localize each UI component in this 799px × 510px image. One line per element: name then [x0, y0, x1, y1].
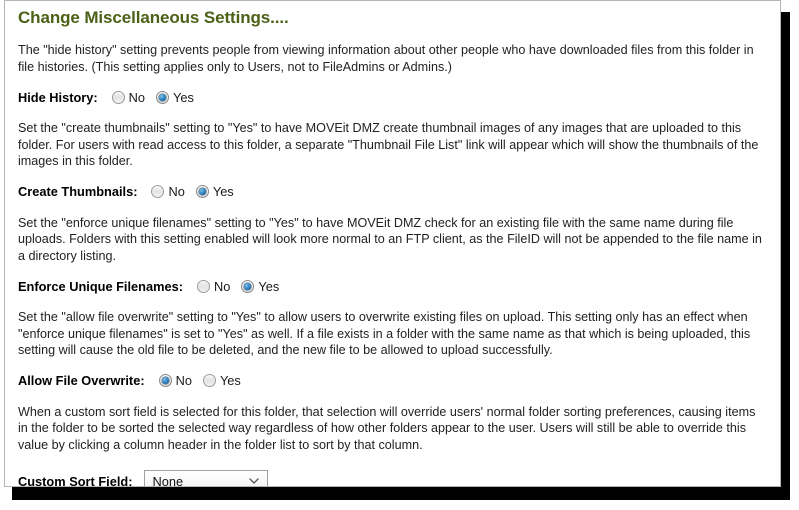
hide-history-radio-yes[interactable]: Yes: [156, 90, 194, 105]
custom-sort-field-row: Custom Sort Field: None: [18, 469, 767, 487]
hide-history-description: The "hide history" setting prevents peop…: [18, 43, 754, 74]
custom-sort-field-select[interactable]: None: [144, 469, 269, 487]
create-thumbnails-radio-no[interactable]: No: [151, 184, 185, 199]
hide-history-option-no-label: No: [128, 89, 145, 105]
enforce-unique-filenames-label: Enforce Unique Filenames:: [18, 278, 183, 294]
chevron-down-icon[interactable]: [249, 476, 260, 485]
hide-history-row: Hide History: No Yes: [18, 88, 767, 106]
create-thumbnails-row: Create Thumbnails: No Yes: [18, 183, 767, 201]
radio-icon-checked[interactable]: [158, 374, 172, 387]
hide-history-radio-no[interactable]: No: [111, 89, 145, 105]
create-thumbnails-radio-yes[interactable]: Yes: [195, 184, 234, 199]
custom-sort-field-label: Custom Sort Field:: [18, 473, 133, 487]
hide-history-option-yes-label: Yes: [173, 89, 194, 105]
hide-history-label: Hide History:: [18, 89, 98, 105]
enforce-unique-filenames-row: Enforce Unique Filenames: No Yes: [18, 277, 767, 295]
create-thumbnails-option-yes-label: Yes: [212, 184, 234, 199]
radio-icon-unchecked[interactable]: [151, 185, 165, 198]
allow-file-overwrite-option-no-label: No: [175, 373, 192, 388]
create-thumbnails-description: Set the "create thumbnails" setting to "…: [18, 121, 759, 168]
allow-file-overwrite-radio-yes[interactable]: Yes: [202, 373, 241, 388]
enforce-unique-filenames-option-no-label: No: [213, 278, 231, 294]
allow-file-overwrite-row: Allow File Overwrite: No Yes: [18, 372, 767, 390]
allow-file-overwrite-radio-no[interactable]: No: [158, 373, 192, 388]
create-thumbnails-radio-group: No Yes: [151, 184, 234, 199]
radio-icon-unchecked[interactable]: [111, 90, 125, 104]
enforce-unique-filenames-radio-group: No Yes: [196, 278, 279, 294]
radio-icon-checked[interactable]: [241, 279, 255, 293]
custom-sort-field-description: When a custom sort field is selected for…: [18, 404, 756, 452]
hide-history-radio-group: No Yes: [111, 89, 194, 105]
create-thumbnails-option-no-label: No: [168, 184, 185, 199]
radio-icon-checked[interactable]: [195, 185, 209, 198]
custom-sort-field-selected-value: None: [152, 473, 184, 487]
allow-file-overwrite-label: Allow File Overwrite:: [18, 373, 145, 388]
settings-panel: Change Miscellaneous Settings.... The "h…: [4, 0, 781, 487]
radio-icon-checked[interactable]: [156, 90, 169, 104]
enforce-unique-filenames-radio-no[interactable]: No: [196, 278, 231, 294]
page-shell: Change Miscellaneous Settings.... The "h…: [0, 0, 799, 510]
allow-file-overwrite-description: Set the "allow file overwrite" setting t…: [18, 310, 751, 357]
allow-file-overwrite-option-yes-label: Yes: [219, 373, 241, 388]
allow-file-overwrite-radio-group: No Yes: [158, 373, 241, 388]
radio-icon-unchecked[interactable]: [196, 279, 210, 293]
settings-content: The "hide history" setting prevents peop…: [5, 42, 780, 487]
radio-icon-unchecked[interactable]: [202, 374, 216, 387]
enforce-unique-filenames-option-yes-label: Yes: [258, 278, 280, 294]
page-title: Change Miscellaneous Settings....: [18, 8, 289, 27]
enforce-unique-filenames-radio-yes[interactable]: Yes: [241, 279, 279, 294]
create-thumbnails-label: Create Thumbnails:: [18, 184, 138, 199]
enforce-unique-filenames-description: Set the "enforce unique filenames" setti…: [18, 215, 762, 263]
